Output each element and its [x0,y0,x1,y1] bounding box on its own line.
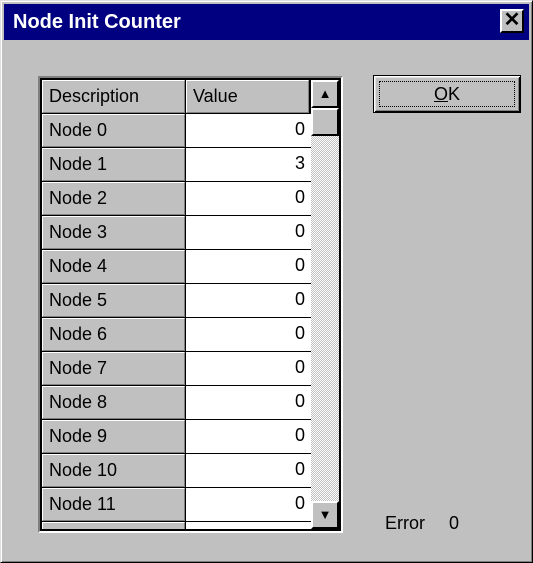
row-description-node-10[interactable]: Node 10 [42,454,185,487]
row-value-node-3[interactable]: 0 [186,216,311,249]
close-button[interactable]: ✕ [500,9,524,33]
row-value-node-12[interactable]: 0 [186,522,311,529]
row-value-node-10[interactable]: 0 [186,454,311,487]
row-description-node-8[interactable]: Node 8 [42,386,185,419]
scroll-up-button[interactable]: ▲ [311,80,339,108]
ok-button[interactable]: OK [373,75,521,113]
vertical-scrollbar[interactable]: ▲ ▼ [311,80,339,529]
row-description-node-9[interactable]: Node 9 [42,420,185,453]
row-value-node-8[interactable]: 0 [186,386,311,419]
row-value-node-6[interactable]: 0 [186,318,311,351]
row-description-node-11[interactable]: Node 11 [42,488,185,521]
ok-rest: K [448,84,461,104]
row-description-node-0[interactable]: Node 0 [42,114,185,147]
node-init-counter-dialog: Node Init Counter ✕ Description Value No… [0,0,533,563]
column-header-description[interactable]: Description [42,80,185,113]
row-value-node-0[interactable]: 0 [186,114,311,147]
row-value-node-11[interactable]: 0 [186,488,311,521]
ok-focus-rect: OK [379,81,515,107]
close-icon: ✕ [503,9,521,31]
grid-body: Description Value Node 0 0 Node 1 3 Node 20N… [42,80,339,529]
row-value-node-1[interactable]: 3 [186,148,311,181]
row-value-node-4[interactable]: 0 [186,250,311,283]
node-counter-grid[interactable]: Description Value Node 0 0 Node 1 3 Node 20N… [38,76,343,533]
ok-button-label: OK [434,84,460,104]
scroll-thumb[interactable] [311,108,339,136]
arrow-up-icon: ▲ [318,86,332,101]
row-description-node-1[interactable]: Node 1 [42,148,185,181]
row-description-node-6[interactable]: Node 6 [42,318,185,351]
title-bar[interactable]: Node Init Counter ✕ [4,4,529,40]
error-label: Error [385,513,425,533]
row-description-node-4[interactable]: Node 4 [42,250,185,283]
arrow-down-icon: ▼ [318,507,332,522]
ok-mnemonic: O [433,84,448,104]
row-value-node-9[interactable]: 0 [186,420,311,453]
row-value-node-2[interactable]: 0 [186,182,311,215]
row-description-node-3[interactable]: Node 3 [42,216,185,249]
column-header-value[interactable]: Value [186,80,309,113]
row-value-node-7[interactable]: 0 [186,352,311,385]
window-title: Node Init Counter [13,11,181,33]
row-description-node-7[interactable]: Node 7 [42,352,185,385]
error-value: 0 [449,513,460,533]
row-description-node-12[interactable]: Node 12 [42,522,185,529]
scroll-down-button[interactable]: ▼ [311,501,339,529]
row-value-node-5[interactable]: 0 [186,284,311,317]
row-description-node-2[interactable]: Node 2 [42,182,185,215]
row-description-node-5[interactable]: Node 5 [42,284,185,317]
